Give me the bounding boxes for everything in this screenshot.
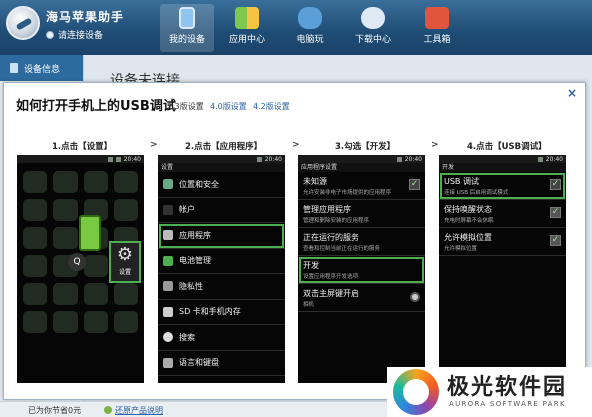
watermark-en: AURORA SOFTWARE PARK — [449, 400, 566, 408]
device-icon — [10, 63, 18, 73]
nav-label: 工具箱 — [423, 35, 451, 45]
gear-icon: ⚙ — [116, 244, 134, 265]
phone-status-bar: 20:40 — [439, 155, 566, 163]
info-icon — [104, 406, 112, 414]
menu-item: 语言和键盘 — [158, 351, 285, 376]
screen-title: 设置 — [158, 163, 285, 172]
language-icon — [163, 357, 173, 368]
privacy-icon — [163, 281, 173, 292]
nav-label: 下载中心 — [354, 35, 391, 45]
menu-item: SD 卡和手机内存 — [158, 300, 285, 325]
checkbox-checked-icon: ✓ — [409, 179, 420, 190]
menu-item: 隐私性 — [158, 274, 285, 300]
screen-title: 开发 — [439, 163, 566, 172]
step-3-label: 3.勾选【开发】 — [335, 142, 396, 152]
step-arrow: > — [150, 140, 158, 150]
nav-label: 电脑玩 — [296, 35, 324, 45]
app-logo-icon — [6, 6, 40, 40]
account-icon — [163, 204, 173, 215]
apps-grid-icon — [163, 230, 173, 241]
step-arrow: > — [292, 140, 300, 150]
sidebar-item-device-info[interactable]: 设备信息 — [0, 55, 83, 81]
setting-item: 允许模拟位置 允许模拟位置 ✓ — [439, 228, 566, 256]
phone-screenshot-app-settings: 20:40 应用程序设置 未知源 允许安装非电子市场提供的应用程序 ✓ 管理应用程序… — [298, 155, 425, 383]
app-name: 海马苹果助手 — [46, 10, 125, 24]
phone-widget-icon — [79, 215, 101, 251]
device-status-icon — [46, 30, 54, 39]
setting-item: 管理应用程序 管理和删除安装的应用程序 — [298, 200, 425, 228]
phone-screenshot-settings: 20:40 设置 位置和安全 帐户 应用程序 电池管理 隐私性 SD 卡和手机内… — [158, 155, 285, 383]
setting-item: 保持唤醒状态 充电时屏幕不会休眠 ✓ — [439, 200, 566, 228]
app-window: 海马苹果助手 请连接设备 我的设备 应用中心 电脑玩 下载中心 工具箱 设备信息… — [0, 0, 592, 417]
phone-status-bar: 20:40 — [298, 155, 425, 163]
checkbox-checked-icon: ✓ — [550, 179, 561, 190]
menu-item: 帐户 — [158, 198, 285, 223]
checkbox-icon: ✓ — [550, 235, 561, 246]
search-icon: Q — [68, 253, 86, 271]
menu-item-applications-highlight: 应用程序 — [158, 223, 285, 249]
phone-status-bar: 20:40 — [158, 155, 285, 163]
version-4-0-link[interactable]: 4.0版设置 — [210, 101, 247, 112]
checkbox-icon: ✓ — [550, 207, 561, 218]
phone-screenshot-development: 20:40 开发 USB 调试 连接 USB 后启用调试模式 ✓ 保持唤醒状态 充电时… — [439, 155, 566, 383]
settings-app-highlight: ⚙ 设置 — [109, 241, 141, 283]
nav-pc-play[interactable]: 电脑玩 — [283, 4, 337, 52]
setting-item-development-highlight: 开发 设置应用程序开发选项 — [298, 256, 425, 284]
product-info-link[interactable]: 还原产品说明 — [115, 405, 163, 416]
savings-text: 已为你节省0元 — [28, 406, 82, 415]
version-4-2-link[interactable]: 4.2版设置 — [253, 101, 290, 112]
apps-icon — [235, 7, 259, 29]
step-1-label: 1.点击【设置】 — [52, 142, 113, 152]
search-icon — [163, 332, 173, 343]
setting-item-usb-debug-highlight: USB 调试 连接 USB 后启用调试模式 ✓ — [439, 172, 566, 200]
menu-item: 位置和安全 — [158, 172, 285, 198]
location-icon — [163, 179, 173, 190]
sidebar-item-label: 设备信息 — [24, 64, 61, 75]
setting-item: 双击主屏键开启 相机 — [298, 284, 425, 312]
aurora-logo-icon — [393, 369, 439, 415]
step-4-label: 4.点击【USB调试】 — [467, 142, 547, 152]
watermark: 极光软件园 AURORA SOFTWARE PARK — [387, 367, 592, 417]
connect-status-text: 请连接设备 — [58, 31, 104, 41]
gamepad-icon — [298, 7, 322, 29]
nav-label: 我的设备 — [168, 35, 205, 45]
version-2-3-label: 2.3版设置 — [167, 102, 204, 111]
step-2-label: 2.点击【应用程序】 — [185, 142, 263, 152]
nav-my-device[interactable]: 我的设备 — [160, 4, 214, 52]
battery-icon — [163, 255, 173, 266]
radio-icon — [410, 292, 420, 302]
menu-item: 电池管理 — [158, 249, 285, 274]
close-icon[interactable]: × — [567, 86, 577, 100]
watermark-cn: 极光软件园 — [447, 375, 568, 400]
setting-item: 未知源 允许安装非电子市场提供的应用程序 ✓ — [298, 172, 425, 200]
step-arrow: > — [431, 140, 439, 150]
nav-download-center[interactable]: 下载中心 — [346, 4, 400, 52]
sd-card-icon — [163, 306, 173, 317]
cloud-download-icon — [361, 7, 385, 29]
menu-item: 搜索 — [158, 325, 285, 351]
toolbox-icon — [425, 7, 449, 29]
phone-icon — [179, 7, 195, 29]
phone-status-bar: 20:40 — [17, 155, 144, 163]
settings-label: 设置 — [118, 269, 131, 276]
top-bar: 海马苹果助手 请连接设备 我的设备 应用中心 电脑玩 下载中心 工具箱 — [0, 0, 592, 55]
nav-label: 应用中心 — [228, 35, 265, 45]
phone-screenshot-home: 20:40 Q ⚙ 设置 — [17, 155, 144, 383]
usb-debug-dialog: 如何打开手机上的USB调试 2.3版设置 4.0版设置 4.2版设置 × 1.点… — [3, 82, 586, 400]
setting-item: 正在运行的服务 查看和控制当前正在运行的服务 — [298, 228, 425, 256]
nav-toolbox[interactable]: 工具箱 — [410, 4, 464, 52]
screen-title: 应用程序设置 — [298, 163, 425, 172]
nav-app-center[interactable]: 应用中心 — [220, 4, 274, 52]
dialog-title: 如何打开手机上的USB调试 — [16, 99, 176, 114]
connect-device-link[interactable]: 请连接设备 — [46, 28, 103, 41]
